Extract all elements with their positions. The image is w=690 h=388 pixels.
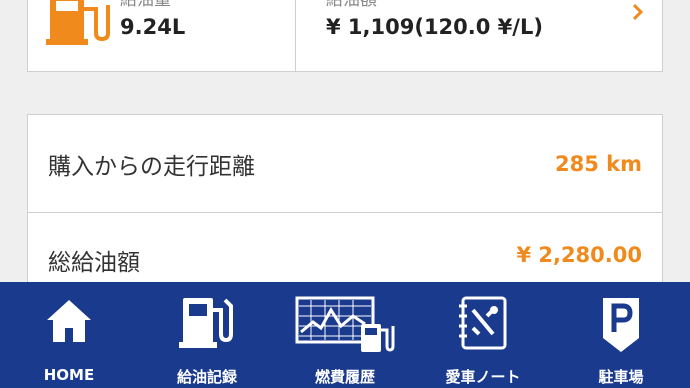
stat-row-distance: 購入からの走行距離 285 km	[28, 115, 662, 213]
amount-cell[interactable]: 給油額 ¥ 1,109(120.0 ¥/L)	[296, 0, 662, 71]
distance-value: 285 km	[555, 151, 642, 176]
total-amount-value: ¥ 2,280.00	[516, 243, 642, 267]
fuel-pump-icon	[179, 298, 233, 348]
amount-label: 給油額	[326, 0, 377, 10]
volume-cell: 給油量 9.24L	[28, 0, 296, 71]
car-notebook-icon	[459, 296, 507, 350]
parking-icon	[603, 298, 639, 352]
tab-fuel-record-label: 給油記録	[176, 368, 237, 386]
fuel-history-chart-icon	[295, 296, 395, 352]
tab-parking-label: 駐車場	[598, 368, 644, 386]
tab-home[interactable]: HOME	[0, 282, 138, 388]
fuel-pump-icon	[46, 0, 110, 45]
total-amount-label: 総給油額	[48, 250, 140, 276]
bottom-tab-bar: HOME 給油記録 燃費履歴 愛車ノート 駐車場	[0, 282, 690, 388]
tab-home-label: HOME	[43, 366, 95, 384]
volume-value: 9.24L	[120, 15, 186, 39]
tab-fuel-record[interactable]: 給油記録	[138, 282, 276, 388]
stats-card: 購入からの走行距離 285 km 総給油額 ¥ 2,280.00	[27, 114, 663, 300]
refuel-summary-card[interactable]: 給油量 9.24L 給油額 ¥ 1,109(120.0 ¥/L)	[27, 0, 663, 72]
tab-fuel-history-label: 燃費履歴	[314, 368, 375, 386]
tab-fuel-history[interactable]: 燃費履歴	[276, 282, 414, 388]
amount-value: ¥ 1,109(120.0 ¥/L)	[326, 15, 543, 39]
tab-car-notebook[interactable]: 愛車ノート	[414, 282, 552, 388]
chevron-right-icon[interactable]	[632, 3, 644, 21]
tab-car-notebook-label: 愛車ノート	[445, 368, 521, 386]
home-icon	[47, 300, 91, 342]
volume-label: 給油量	[120, 0, 171, 10]
tab-parking[interactable]: 駐車場	[552, 282, 690, 388]
distance-label: 購入からの走行距離	[48, 153, 255, 180]
